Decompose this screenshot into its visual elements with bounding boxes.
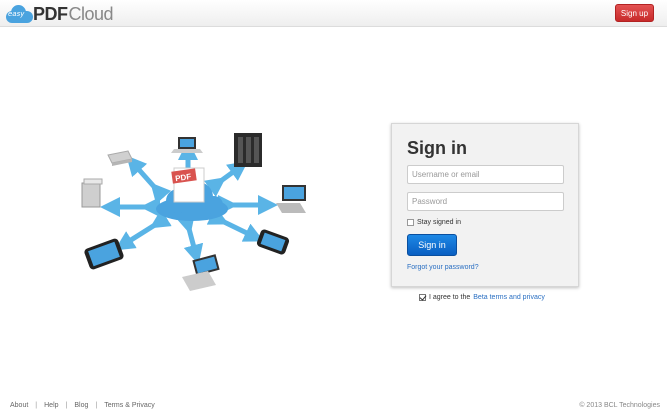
pdf-document-icon: PDF <box>171 167 205 203</box>
footer-link-blog[interactable]: Blog <box>74 402 88 409</box>
footer-link-help[interactable]: Help <box>44 402 58 409</box>
arrow-router <box>126 155 172 205</box>
footer-links: About | Help | Blog | Terms & Privacy <box>10 402 155 409</box>
laptop-bottom-icon <box>182 254 220 291</box>
footer-separator: | <box>95 402 98 409</box>
logo-easy-text: easy <box>8 10 25 18</box>
arrow-phone-left <box>114 209 172 251</box>
username-input[interactable] <box>407 165 564 184</box>
disk-icon <box>81 178 103 208</box>
phone-right-icon <box>256 229 290 255</box>
signup-button[interactable]: Sign up <box>615 4 654 22</box>
copyright: © 2013 BCL Technologies <box>579 402 660 409</box>
footer-link-terms[interactable]: Terms & Privacy <box>104 402 155 409</box>
footer-link-about[interactable]: About <box>10 402 28 409</box>
logo-cloud-text: Cloud <box>68 3 114 24</box>
cloud-devices-illustration: PDF <box>81 133 306 291</box>
laptop-top-icon <box>171 137 203 153</box>
arrow-phone-right <box>206 206 264 242</box>
top-bar: easy PDF Cloud Sign up <box>0 0 667 27</box>
arrow-server <box>204 161 249 197</box>
router-icon <box>107 150 133 166</box>
logo-pdf-text: PDF <box>33 3 68 24</box>
stay-signed-in: Stay signed in <box>407 219 461 226</box>
laptop-right-icon <box>276 185 306 213</box>
footer-separator: | <box>35 402 38 409</box>
phone-left-icon <box>84 238 124 270</box>
agree-checkbox[interactable] <box>419 294 426 301</box>
footer-separator: | <box>65 402 68 409</box>
password-input[interactable] <box>407 192 564 211</box>
server-icon <box>234 133 262 167</box>
forgot-password-link[interactable]: Forgot your password? <box>407 264 479 271</box>
arrow-laptop-bottom <box>175 212 204 265</box>
agree-terms: I agree to the Beta terms and privacy <box>419 294 545 301</box>
signin-title: Sign in <box>407 138 467 158</box>
app-logo[interactable]: easy PDF Cloud <box>6 3 114 25</box>
stay-signed-in-label: Stay signed in <box>417 219 461 226</box>
signin-panel: Sign in Stay signed in Sign in Forgot yo… <box>391 123 579 287</box>
logo-cloud-icon: easy <box>6 5 33 23</box>
signin-button[interactable]: Sign in <box>407 234 457 256</box>
agree-text: I agree to the <box>429 294 471 301</box>
terms-link[interactable]: Beta terms and privacy <box>473 294 545 301</box>
stay-signed-in-checkbox[interactable] <box>407 219 414 226</box>
